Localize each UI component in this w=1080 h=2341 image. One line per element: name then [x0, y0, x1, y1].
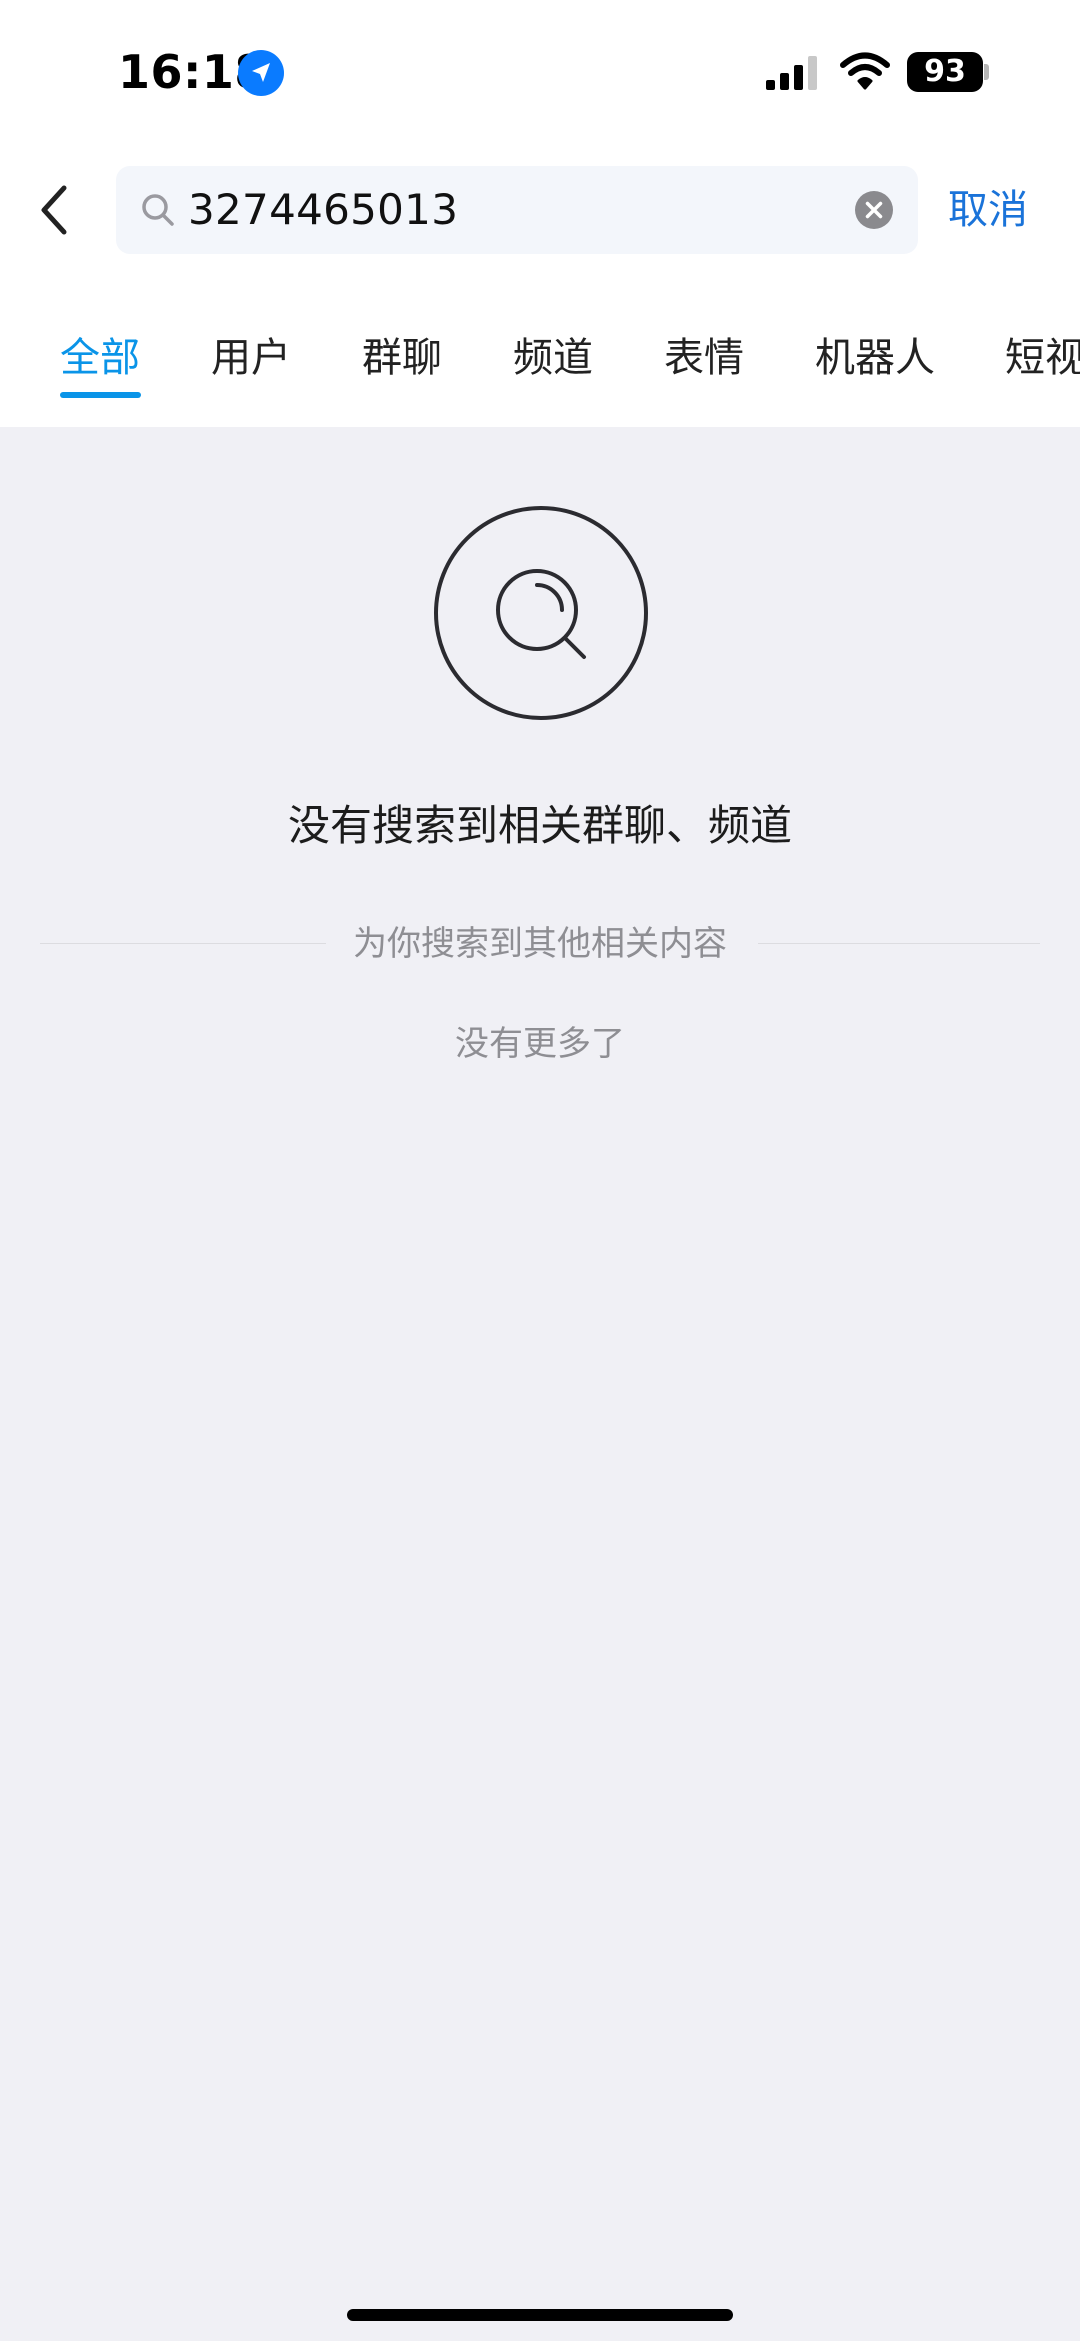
location-arrow-icon: [238, 50, 284, 96]
battery-indicator: 93: [907, 52, 983, 92]
cancel-button[interactable]: 取消: [948, 166, 1028, 254]
tab-stickers[interactable]: 表情: [664, 318, 744, 398]
back-chevron-icon[interactable]: [30, 180, 80, 240]
related-content-divider-label: 为你搜索到其他相关内容: [353, 924, 727, 964]
tab-group-chats[interactable]: 群聊: [362, 318, 442, 398]
cellular-signal-icon: [766, 56, 817, 90]
category-tabs: 全部 用户 群聊 频道 表情 机器人 短视: [0, 318, 1080, 408]
tab-bots[interactable]: 机器人: [815, 318, 935, 398]
clear-search-icon[interactable]: [854, 190, 894, 230]
empty-state-title: 没有搜索到相关群聊、频道: [287, 801, 792, 850]
home-indicator[interactable]: [347, 2309, 733, 2321]
tab-users[interactable]: 用户: [211, 318, 291, 398]
divider-line-right: [758, 943, 1040, 944]
search-input[interactable]: 3274465013: [116, 166, 918, 254]
no-more-results-text: 没有更多了: [455, 1024, 625, 1064]
tab-all[interactable]: 全部: [60, 318, 140, 398]
tab-short-videos[interactable]: 短视: [1005, 318, 1080, 398]
active-tab-indicator: [60, 392, 141, 398]
wifi-icon: [840, 52, 890, 90]
search-query-text[interactable]: 3274465013: [188, 166, 458, 254]
empty-search-icon: [434, 506, 648, 720]
search-icon: [142, 194, 174, 226]
battery-cap: [984, 64, 989, 80]
tab-channels[interactable]: 频道: [513, 318, 593, 398]
